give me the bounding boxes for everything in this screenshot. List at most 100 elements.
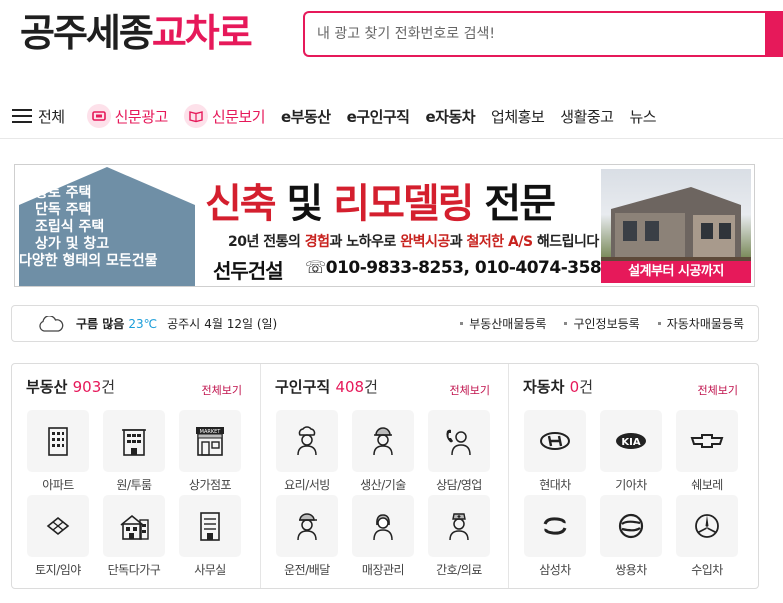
tile-chevrolet[interactable]: 쉐보레 bbox=[675, 410, 739, 493]
tile-ssangyong[interactable]: 쌍용차 bbox=[599, 495, 663, 578]
subline-part: 과 bbox=[449, 234, 467, 250]
house-line: 다양한 형태의 모든건물 bbox=[19, 253, 158, 269]
headline-part: 전문 bbox=[472, 181, 556, 227]
tile-nurse[interactable]: 간호/의료 bbox=[427, 495, 491, 578]
samsung-car-logo-icon bbox=[543, 517, 567, 535]
nav-label: 업체홍보 bbox=[491, 107, 545, 126]
tile-store-manager[interactable]: 매장관리 bbox=[351, 495, 415, 578]
category-count: 903 bbox=[72, 378, 102, 396]
banner-headline: 신축 및 리모델링 전문 bbox=[205, 171, 556, 229]
nav-e-jobs[interactable]: e구인구직 bbox=[347, 106, 410, 127]
nav-label: 생활중고 bbox=[560, 107, 614, 126]
nav-label: 뉴스 bbox=[629, 107, 657, 126]
nav-all-menu[interactable]: 전체 bbox=[12, 106, 65, 127]
category-count: 408 bbox=[335, 378, 365, 396]
headline-part: 신축 bbox=[205, 181, 277, 227]
tile-label: 생산/기술 bbox=[360, 478, 406, 492]
category-title: 부동산 903건 bbox=[26, 376, 115, 397]
nav-all-label: 전체 bbox=[38, 107, 65, 126]
nav-e-realestate[interactable]: e부동산 bbox=[281, 106, 331, 127]
view-all-link[interactable]: 전체보기 bbox=[450, 382, 490, 398]
register-realestate-link[interactable]: 부동산매물등록 bbox=[460, 315, 546, 332]
register-links: 부동산매물등록 구인정보등록 자동차매물등록 bbox=[442, 315, 744, 332]
kia-mark-text: KIA bbox=[621, 437, 640, 448]
benz-logo-icon bbox=[695, 514, 719, 538]
nav-label: 신문광고 bbox=[114, 107, 169, 126]
nav-business-promo[interactable]: 업체홍보 bbox=[491, 106, 545, 127]
house-line: 단독 주택 bbox=[35, 202, 92, 218]
banner-company: 선두건설 bbox=[213, 259, 284, 283]
nav-e-cars[interactable]: e자동차 bbox=[425, 106, 475, 127]
logo-text-brand: 교차로 bbox=[151, 11, 253, 55]
nav-divider bbox=[0, 138, 783, 139]
tile-land[interactable]: 토지/임야 bbox=[26, 495, 90, 578]
cloud-icon bbox=[39, 315, 64, 332]
tile-label: 쌍용차 bbox=[615, 563, 647, 577]
tile-label: 사무실 bbox=[194, 563, 226, 577]
category-jobs: 구인구직 408건 전체보기 요리/서빙 생산/기술 상담/영업 운전/배달 매… bbox=[260, 364, 508, 588]
banner-phone: ☏010-9833-8253, 010-4074-3582 bbox=[305, 258, 613, 278]
weather-date: 4월 12일 (일) bbox=[204, 317, 278, 331]
nav-used-goods[interactable]: 생활중고 bbox=[560, 106, 614, 127]
tile-hyundai[interactable]: 현대차 bbox=[523, 410, 587, 493]
view-all-link[interactable]: 전체보기 bbox=[202, 382, 242, 398]
nav-label: e자동차 bbox=[425, 107, 476, 126]
search-box bbox=[303, 11, 783, 57]
tile-house[interactable]: 단독다가구 bbox=[102, 495, 166, 578]
category-title: 자동차 0건 bbox=[523, 376, 593, 397]
tile-sales[interactable]: 상담/영업 bbox=[427, 410, 491, 493]
weather-condition: 구름 많음 bbox=[76, 317, 125, 331]
nav-newspaper-ads[interactable]: 신문광고 bbox=[86, 104, 169, 128]
tile-label: 원/투룸 bbox=[116, 478, 152, 492]
house-line: 황토 주택 bbox=[35, 185, 92, 201]
driver-icon bbox=[297, 513, 317, 541]
tile-driver[interactable]: 운전/배달 bbox=[275, 495, 339, 578]
tile-production[interactable]: 생산/기술 bbox=[351, 410, 415, 493]
weather-bar: 구름 많음 23℃ 공주시 4월 12일 (일) 부동산매물등록 구인정보등록 … bbox=[11, 305, 759, 342]
tile-kia[interactable]: KIA 기아차 bbox=[599, 410, 663, 493]
tile-import[interactable]: 수입차 bbox=[675, 495, 739, 578]
ad-banner[interactable]: 황토 주택 단독 주택 조립식 주택 상가 및 창고 다양한 형태의 모든건물 … bbox=[14, 164, 755, 287]
search-button[interactable] bbox=[765, 11, 783, 57]
tile-label: 수입차 bbox=[691, 563, 723, 577]
category-realestate: 부동산 903건 전체보기 아파트 원/투룸 MARKET 상가점포 토지/임야… bbox=[12, 364, 260, 588]
view-all-link[interactable]: 전체보기 bbox=[698, 382, 738, 398]
count-unit: 건 bbox=[364, 378, 378, 396]
title-text: 부동산 bbox=[26, 378, 68, 396]
tile-oneroom[interactable]: 원/투룸 bbox=[102, 410, 166, 493]
count-unit: 건 bbox=[101, 378, 116, 396]
site-logo[interactable]: 공주세종교차로 bbox=[20, 8, 253, 58]
building-icon bbox=[122, 429, 146, 456]
tile-label: 기아차 bbox=[615, 478, 647, 492]
chevrolet-logo-icon bbox=[690, 434, 724, 448]
nav-newspaper-view[interactable]: 신문보기 bbox=[183, 104, 266, 128]
tile-apartment[interactable]: 아파트 bbox=[26, 410, 90, 493]
tile-office[interactable]: 사무실 bbox=[178, 495, 242, 578]
house-line: 상가 및 창고 bbox=[35, 236, 110, 252]
nav-news[interactable]: 뉴스 bbox=[629, 106, 656, 127]
title-text: 구인구직 bbox=[275, 378, 331, 396]
store-icon: MARKET bbox=[196, 427, 224, 456]
banner-cta[interactable]: 설계부터 시공까지 bbox=[601, 261, 751, 283]
tile-label: 운전/배달 bbox=[284, 563, 330, 577]
register-car-link[interactable]: 자동차매물등록 bbox=[657, 315, 744, 332]
apartment-icon bbox=[48, 427, 68, 456]
newspaper-icon bbox=[86, 104, 111, 128]
tile-label: 토지/임야 bbox=[35, 563, 81, 577]
tile-store[interactable]: MARKET 상가점포 bbox=[178, 410, 242, 493]
link-label: 자동차매물등록 bbox=[666, 317, 744, 331]
tile-label: 아파트 bbox=[42, 478, 74, 492]
headline-part: 리모델링 bbox=[333, 181, 474, 227]
tile-cook[interactable]: 요리/서빙 bbox=[275, 410, 339, 493]
subline-part: 철저한 A/S bbox=[466, 234, 533, 250]
woman-icon bbox=[373, 514, 393, 541]
register-job-link[interactable]: 구인정보등록 bbox=[564, 315, 640, 332]
banner-subline: 20년 전통의 경험과 노하우로 완벽시공과 철저한 A/S 해드립니다 bbox=[228, 231, 599, 251]
nav-label: e구인구직 bbox=[346, 107, 410, 126]
category-cars: 자동차 0건 전체보기 현대차 KIA 기아차 쉐보레 삼성차 쌍용차 수입차 bbox=[508, 364, 756, 588]
search-input[interactable] bbox=[305, 13, 745, 55]
tile-label: 삼성차 bbox=[539, 563, 571, 577]
tile-samsung[interactable]: 삼성차 bbox=[523, 495, 587, 578]
nav-label: 신문보기 bbox=[211, 107, 266, 126]
house-text: 황토 주택 단독 주택 조립식 주택 상가 및 창고 다양한 형태의 모든건물 bbox=[19, 185, 195, 270]
